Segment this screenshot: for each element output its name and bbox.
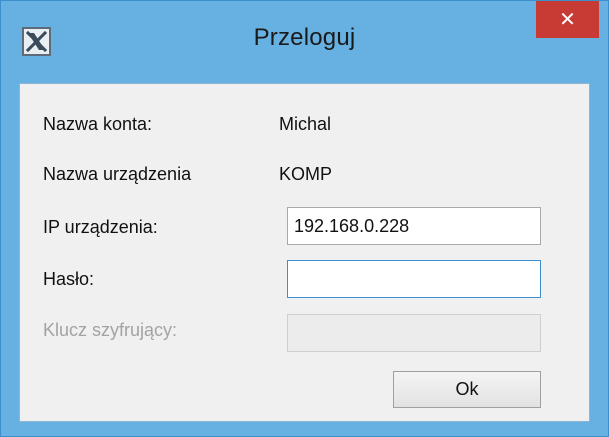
encryption-key-label: Klucz szyfrujący: (43, 320, 178, 340)
close-button[interactable]: ✕ (536, 1, 599, 38)
close-icon: ✕ (559, 9, 576, 31)
password-label: Hasło: (43, 269, 95, 289)
account-name-label: Nazwa konta: (43, 114, 153, 134)
device-name-label: Nazwa urządzenia (43, 164, 192, 184)
ok-button[interactable]: Ok (393, 371, 541, 408)
encryption-key-input[interactable] (287, 314, 541, 352)
password-input[interactable] (287, 260, 541, 298)
ok-button-label: Ok (455, 379, 479, 399)
title-bar[interactable]: Przeloguj ✕ (1, 1, 608, 81)
device-ip-input[interactable] (287, 207, 541, 245)
device-name-value: KOMP (279, 164, 333, 184)
window-title: Przeloguj (253, 24, 356, 51)
dialog-content: Nazwa konta: Michal Nazwa urządzenia KOM… (19, 83, 590, 422)
account-name-value: Michal (279, 114, 332, 134)
dialog-window: Przeloguj ✕ Nazwa konta: Michal Nazwa ur… (0, 0, 609, 437)
device-ip-label: IP urządzenia: (43, 217, 158, 237)
